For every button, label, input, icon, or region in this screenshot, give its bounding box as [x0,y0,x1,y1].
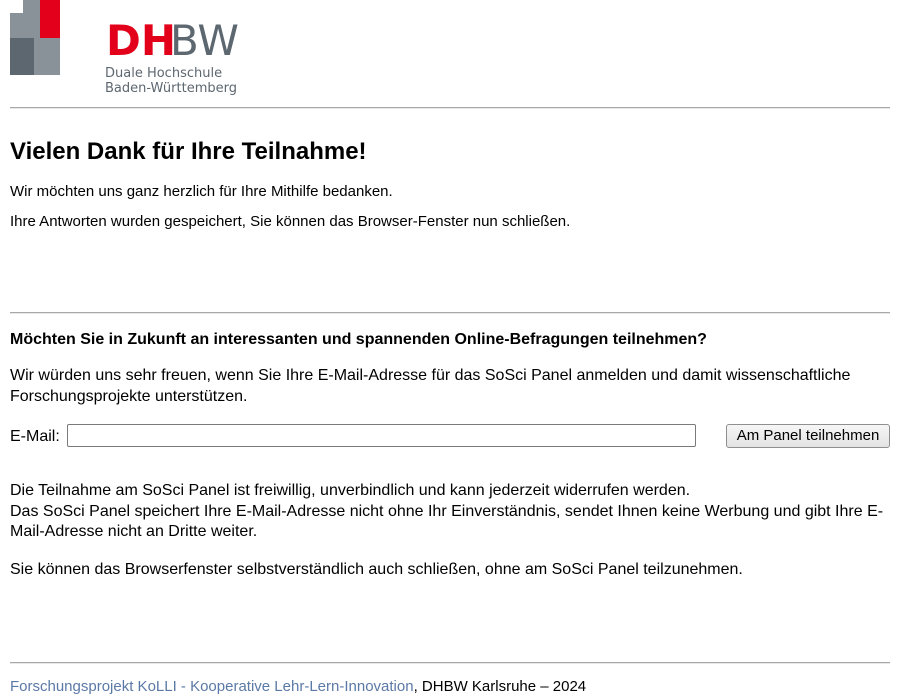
divider [10,107,890,109]
join-panel-button[interactable]: Am Panel teilnehmen [726,424,890,448]
divider [10,312,890,314]
panel-info-voluntary: Die Teilnahme am SoSci Panel ist freiwil… [10,482,691,499]
email-form: E-Mail: Am Panel teilnehmen [10,421,890,451]
email-field[interactable] [67,424,696,447]
footer-copyright: , DHBW Karlsruhe – 2024 [413,678,587,695]
project-link[interactable]: Forschungsprojekt KoLLI - Kooperative Le… [10,678,414,695]
logo-dark-corner [10,38,34,75]
saved-notice: Ihre Antworten wurden gespeichert, Sie k… [10,213,571,230]
logo-line-1: Duale Hochschule [105,66,222,81]
panel-intro: Wir würden uns sehr freuen, wenn Sie Ihr… [10,367,851,405]
logo-letters-dh: DH [106,16,176,65]
panel-info: Die Teilnahme am SoSci Panel ist freiwil… [10,481,890,543]
footer: Forschungsprojekt KoLLI - Kooperative Le… [10,678,586,696]
panel-question: Möchten Sie in Zukunft an interessanten … [10,331,707,348]
thanks-text: Wir möchten uns ganz herzlich für Ihre M… [10,183,393,200]
panel-info-privacy: Das SoSci Panel speichert Ihre E-Mail-Ad… [10,502,884,541]
close-note: Sie können das Browserfenster selbstvers… [10,561,743,578]
dhbw-logo: DH BW Duale Hochschule Baden-Württemberg [10,0,240,96]
logo-letters-bw: BW [170,16,239,65]
page-title: Vielen Dank für Ihre Teilnahme! [10,138,367,165]
divider [10,662,890,664]
logo-line-2: Baden-Württemberg [105,81,237,96]
email-label: E-Mail: [10,428,60,445]
